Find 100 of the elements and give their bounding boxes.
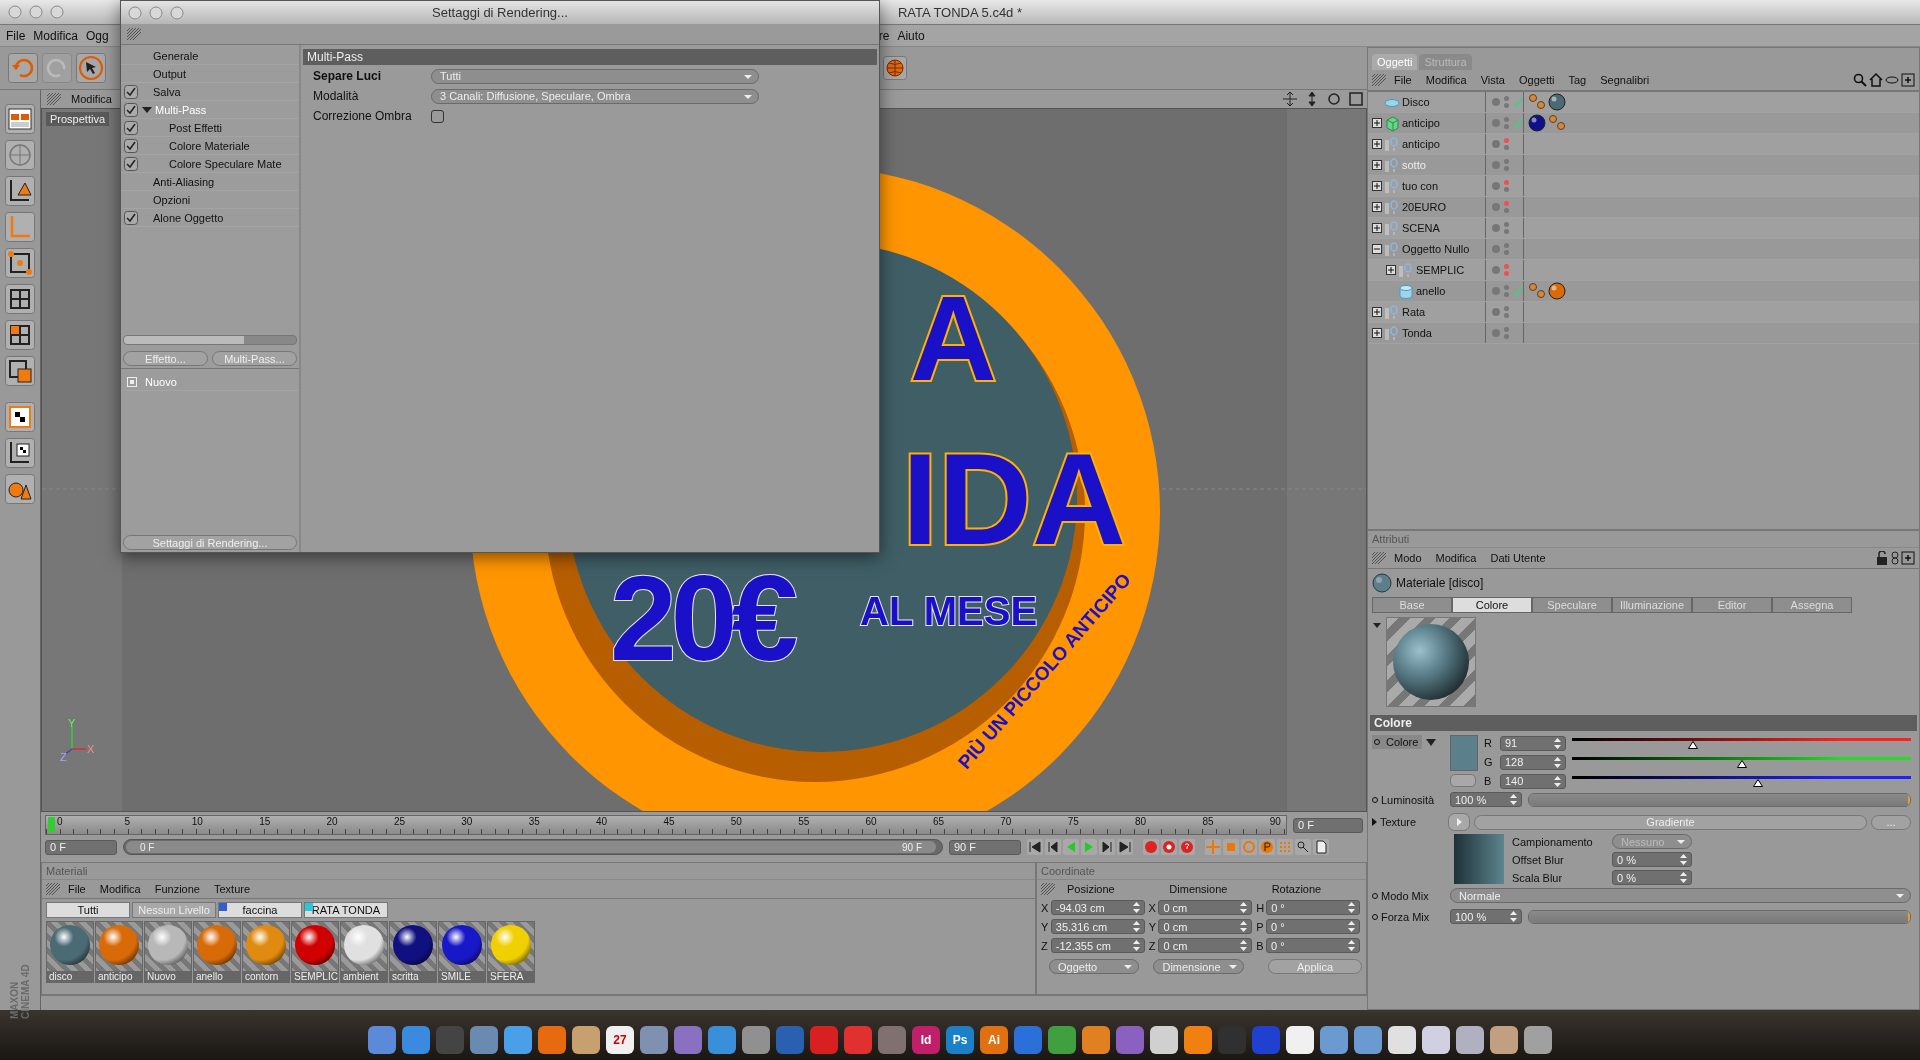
material-tag-icon[interactable]	[1548, 93, 1566, 111]
rotate-icon[interactable]	[1327, 92, 1341, 106]
eye-icon[interactable]	[1885, 73, 1899, 87]
app-icon[interactable]	[1388, 1026, 1416, 1054]
menu-item[interactable]: Texture	[207, 883, 257, 895]
object-name[interactable]: Oggetto Nullo	[1402, 243, 1470, 255]
grip-icon[interactable]	[1372, 552, 1386, 564]
check-icon[interactable]	[1513, 118, 1523, 128]
editor-visibility-dot[interactable]	[1504, 96, 1509, 101]
menu-item[interactable]: Modo	[1388, 552, 1428, 564]
spinner-arrows-icon[interactable]	[1347, 940, 1355, 951]
spinner-arrows-icon[interactable]	[1554, 756, 1561, 768]
check-icon[interactable]	[1513, 286, 1523, 296]
parameter-label[interactable]: Forza Mix	[1372, 910, 1444, 923]
object-name[interactable]: anello	[1416, 285, 1446, 297]
new-window-icon[interactable]	[1901, 551, 1915, 565]
grip-icon[interactable]	[47, 93, 61, 105]
tree-item[interactable]: Multi-Pass	[155, 103, 207, 116]
expand-icon[interactable]	[1372, 160, 1382, 170]
app-icon[interactable]: Ps	[946, 1026, 974, 1054]
timeline-ruler[interactable]: 0 5 10 15 20 25 30 35 40 45 50 55 60 65 70 75 80 85 90	[45, 815, 1287, 835]
grip-icon[interactable]	[1041, 883, 1055, 895]
render-visibility-dot[interactable]	[1504, 250, 1509, 255]
coordinate-field[interactable]: -12.355 cm	[1050, 938, 1145, 953]
spinner-arrows-icon[interactable]	[1680, 854, 1687, 865]
layer-dot[interactable]	[1492, 266, 1500, 274]
horizontal-scrollbar[interactable]	[123, 335, 297, 345]
tree-item[interactable]: Anti-Aliasing	[153, 175, 215, 188]
coordinate-field[interactable]: 0 cm	[1158, 919, 1253, 934]
document-icon[interactable]	[1313, 839, 1329, 855]
channel-field[interactable]: 91	[1500, 735, 1566, 751]
parameter-icon[interactable]	[1259, 839, 1275, 855]
step-back-icon[interactable]	[1045, 839, 1061, 855]
app-icon[interactable]	[1150, 1026, 1178, 1054]
dots-grid-icon[interactable]	[1277, 839, 1293, 855]
skip-start-icon[interactable]	[1027, 839, 1043, 855]
tree-item[interactable]: Opzioni	[153, 193, 191, 206]
checkbox[interactable]	[124, 138, 138, 153]
dropdown[interactable]: Tutti	[431, 68, 759, 84]
axis-checker-icon[interactable]	[5, 438, 35, 468]
coordinate-field[interactable]: 0 °	[1266, 938, 1360, 953]
editor-visibility-dot[interactable]	[1504, 117, 1509, 122]
spinner-arrows-icon[interactable]	[1132, 902, 1140, 913]
spinner-arrows-icon[interactable]	[1510, 794, 1517, 805]
tab[interactable]: Colore	[1452, 597, 1532, 613]
checkbox[interactable]	[124, 120, 138, 135]
checkbox[interactable]	[124, 84, 138, 99]
grip-icon[interactable]	[46, 883, 60, 895]
move-icon[interactable]	[1283, 92, 1297, 106]
grid-icon[interactable]	[5, 284, 35, 314]
tree-item[interactable]: Salva	[153, 85, 181, 98]
layer-dot[interactable]	[1492, 329, 1500, 337]
menu-item[interactable]: File	[1388, 74, 1418, 86]
tree-item[interactable]: Output	[153, 67, 187, 80]
menu-item[interactable]: Aiuto	[893, 28, 929, 43]
spinner-arrows-icon[interactable]	[1132, 921, 1140, 932]
menu-item[interactable]: Oggetti	[1512, 74, 1561, 86]
expand-icon[interactable]	[1372, 139, 1382, 149]
layer-dot[interactable]	[1492, 224, 1500, 232]
spinner-arrows-icon[interactable]	[1680, 872, 1687, 883]
coordinate-field[interactable]: 0 cm	[1158, 938, 1253, 953]
editor-visibility-dot[interactable]	[1504, 159, 1509, 164]
material-tag-icon[interactable]	[1528, 114, 1546, 132]
app-icon[interactable]	[1524, 1026, 1552, 1054]
render-visibility-dot[interactable]	[1504, 187, 1509, 192]
checker-icon[interactable]	[5, 402, 35, 432]
app-icon[interactable]: 27	[606, 1026, 634, 1054]
render-visibility-dot[interactable]	[1504, 145, 1509, 150]
material-swatch[interactable]: ambient	[340, 921, 388, 983]
spinner-arrows-icon[interactable]	[1554, 737, 1561, 749]
layer-dot[interactable]	[1492, 98, 1500, 106]
coordinate-field[interactable]: 0 °	[1266, 900, 1360, 915]
points-grid-icon[interactable]	[5, 248, 35, 278]
polygon-grid-icon[interactable]	[5, 320, 35, 350]
channel-field[interactable]: 128	[1500, 754, 1566, 770]
render-visibility-dot[interactable]	[1504, 313, 1509, 318]
skip-end-icon[interactable]	[1117, 839, 1133, 855]
editor-visibility-dot[interactable]	[1504, 201, 1509, 206]
dropdown-arrow-icon[interactable]	[1426, 739, 1437, 747]
menu-item[interactable]: File	[2, 28, 30, 43]
render-visibility-dot[interactable]	[1504, 292, 1509, 297]
slider-thumb[interactable]	[1688, 741, 1698, 749]
coordinate-field[interactable]: 0 °	[1266, 919, 1360, 934]
layer-dot[interactable]	[1492, 182, 1500, 190]
dropdown[interactable]: Oggetto	[1049, 959, 1140, 974]
grip-icon[interactable]	[127, 28, 141, 40]
app-icon[interactable]	[504, 1026, 532, 1054]
checkbox[interactable]	[124, 210, 138, 225]
range-slider[interactable]: 0 F 90 F	[123, 839, 943, 855]
preset-icon[interactable]	[127, 376, 137, 387]
checkbox[interactable]	[431, 109, 444, 123]
frame-field[interactable]: 0 F	[1293, 817, 1363, 833]
material-swatch[interactable]: SMILE	[438, 921, 486, 983]
parameter-label[interactable]: Texture	[1372, 816, 1444, 828]
layer-tab[interactable]: faccina	[218, 902, 302, 918]
search-icon[interactable]	[1853, 73, 1867, 87]
layer-tab[interactable]: RATA TONDA	[304, 902, 388, 918]
autokey-icon[interactable]	[1161, 839, 1177, 855]
slider[interactable]	[1528, 792, 1911, 807]
object-name[interactable]: 20EURO	[1402, 201, 1447, 213]
